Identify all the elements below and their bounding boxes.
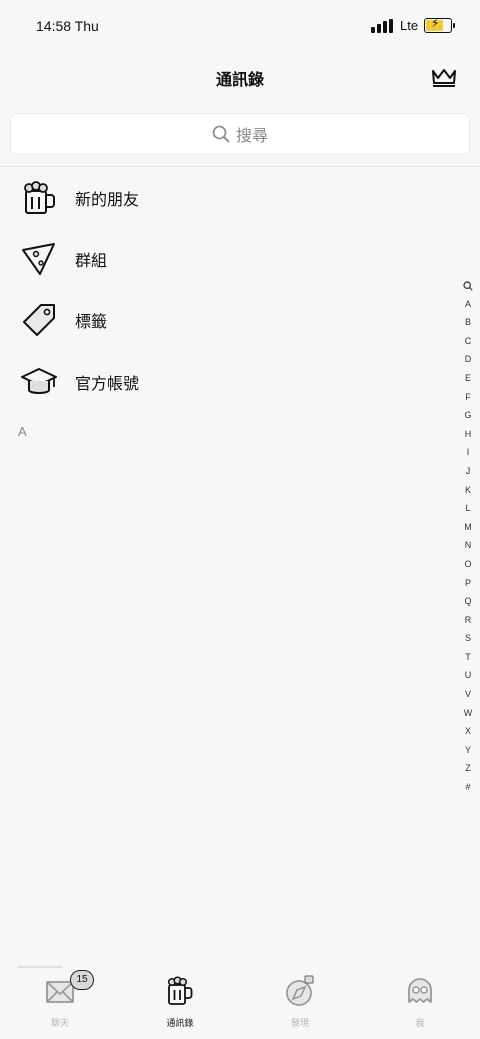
index-letter[interactable]: H bbox=[458, 425, 478, 444]
menu-item-label: 標籤 bbox=[75, 312, 108, 331]
index-letter[interactable]: O bbox=[458, 555, 478, 574]
search-icon bbox=[212, 125, 230, 143]
index-letter[interactable]: C bbox=[458, 332, 478, 351]
price-tag-icon bbox=[23, 304, 55, 336]
index-letter[interactable]: V bbox=[458, 685, 478, 704]
index-letter[interactable]: A bbox=[458, 295, 478, 314]
menu-item-label: 群組 bbox=[75, 251, 108, 270]
alphabet-index[interactable]: A B C D E F G H I J K L M N O P Q R S T … bbox=[458, 276, 478, 797]
index-letter[interactable]: # bbox=[458, 778, 478, 797]
index-letter[interactable]: G bbox=[458, 406, 478, 425]
title-bar: 通訊錄 bbox=[0, 52, 480, 104]
index-letter[interactable]: X bbox=[458, 722, 478, 741]
menu-item-label: 新的朋友 bbox=[75, 190, 140, 209]
tab-label: 我 bbox=[415, 1019, 425, 1029]
pizza-slice-icon bbox=[22, 243, 55, 275]
index-letter[interactable]: Q bbox=[458, 592, 478, 611]
index-letter[interactable]: N bbox=[458, 536, 478, 555]
tab-label: 通訊錄 bbox=[166, 1019, 194, 1029]
index-letter[interactable]: T bbox=[458, 648, 478, 667]
battery-icon: ⚡ bbox=[424, 16, 455, 33]
index-letter[interactable]: Z bbox=[458, 759, 478, 778]
index-letter[interactable]: W bbox=[458, 704, 478, 723]
scroll-peek-divider bbox=[18, 966, 62, 968]
crown-button[interactable] bbox=[430, 65, 458, 89]
index-letter[interactable]: L bbox=[458, 499, 478, 518]
menu-item-groups[interactable]: 群組 bbox=[0, 231, 440, 287]
search-input[interactable]: 搜尋 bbox=[10, 113, 470, 155]
divider bbox=[0, 166, 480, 167]
menu-item-tags[interactable]: 標籤 bbox=[0, 292, 440, 348]
tab-me[interactable]: 我 bbox=[380, 974, 460, 1034]
index-letter[interactable]: U bbox=[458, 666, 478, 685]
graduation-cap-icon bbox=[21, 368, 57, 394]
index-letter[interactable]: D bbox=[458, 350, 478, 369]
ghost-icon bbox=[408, 978, 432, 1003]
index-letter[interactable]: J bbox=[458, 462, 478, 481]
compass-icon bbox=[286, 975, 314, 1006]
menu-item-new-friends[interactable]: 新的朋友 bbox=[0, 170, 440, 226]
signal-strength-icon bbox=[371, 19, 393, 33]
tab-discover[interactable]: 發現 bbox=[260, 974, 340, 1034]
index-letter[interactable]: I bbox=[458, 443, 478, 462]
index-letter[interactable]: F bbox=[458, 388, 478, 407]
network-type: Lte bbox=[400, 18, 419, 33]
index-letter[interactable]: R bbox=[458, 611, 478, 630]
beer-mug-icon bbox=[24, 181, 55, 214]
index-letter[interactable]: S bbox=[458, 629, 478, 648]
crown-icon bbox=[432, 69, 456, 87]
index-letter[interactable]: Y bbox=[458, 741, 478, 760]
tab-contacts[interactable]: 通訊錄 bbox=[140, 974, 220, 1034]
section-header: A bbox=[18, 424, 27, 439]
index-letter[interactable]: B bbox=[458, 313, 478, 332]
unread-badge: 15 bbox=[70, 970, 94, 990]
tab-label: 發現 bbox=[290, 1019, 309, 1029]
index-letter[interactable]: K bbox=[458, 481, 478, 500]
status-bar: 14:58 Thu Lte ⚡ bbox=[0, 0, 480, 52]
index-search-icon[interactable] bbox=[458, 276, 478, 295]
status-time: 14:58 Thu bbox=[36, 18, 99, 34]
menu-item-label: 官方帳號 bbox=[75, 374, 140, 393]
page-title: 通訊錄 bbox=[215, 70, 264, 89]
search-placeholder: 搜尋 bbox=[235, 126, 268, 145]
index-letter[interactable]: E bbox=[458, 369, 478, 388]
index-letter[interactable]: M bbox=[458, 518, 478, 537]
tab-label: 聊天 bbox=[50, 1019, 69, 1029]
beer-mug-icon bbox=[167, 976, 193, 1005]
index-letter[interactable]: P bbox=[458, 574, 478, 593]
menu-item-official-accounts[interactable]: 官方帳號 bbox=[0, 354, 440, 410]
